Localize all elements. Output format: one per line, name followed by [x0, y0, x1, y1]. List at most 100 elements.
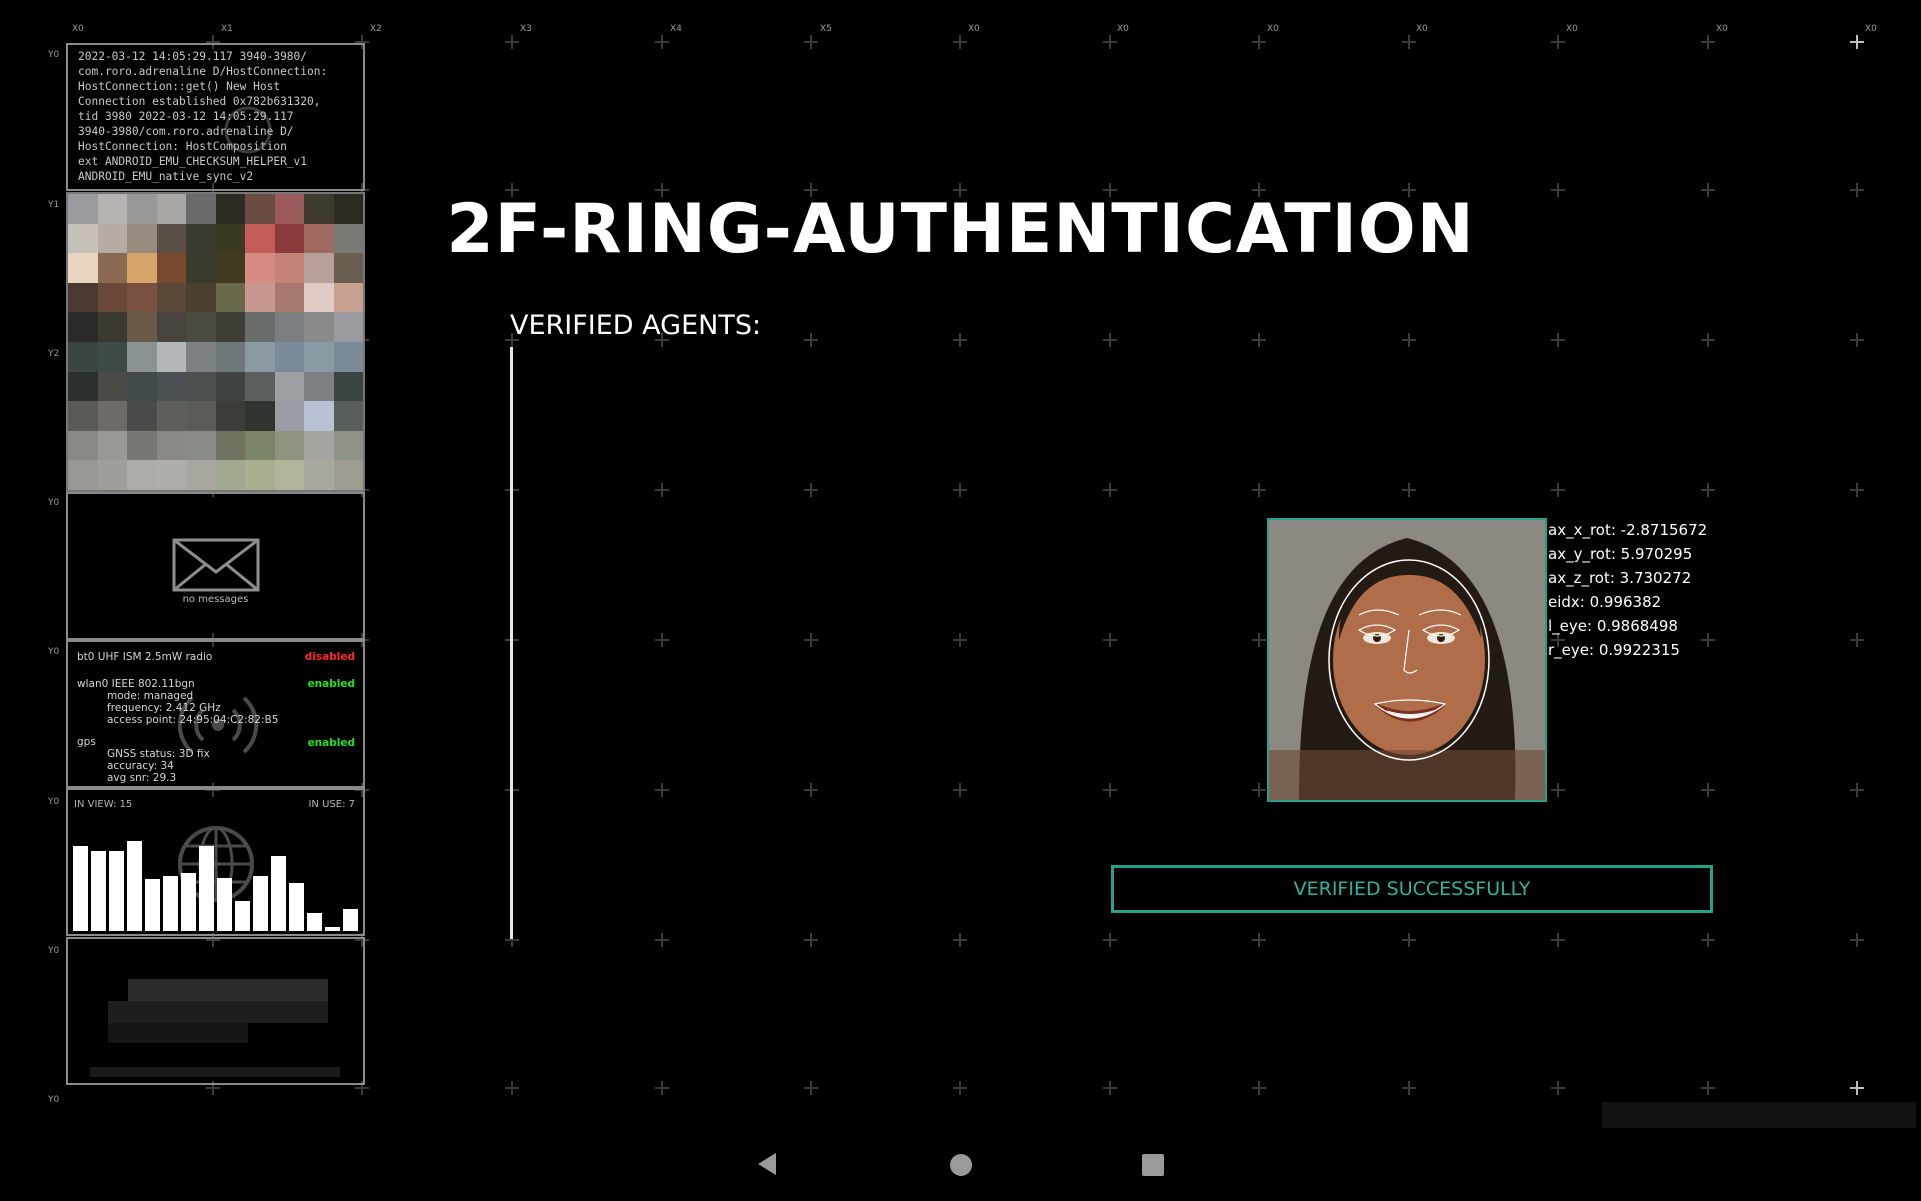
grid-plus-mark	[1402, 483, 1416, 497]
camera-pixel	[215, 371, 246, 402]
camera-pixel	[245, 401, 275, 432]
wlan-mode: mode: managed	[107, 690, 194, 702]
grid-column-label: X1	[221, 24, 233, 34]
camera-pixel	[304, 430, 334, 461]
gnss-snr: avg snr: 29.3	[107, 772, 177, 784]
grid-plus-mark	[804, 1081, 818, 1095]
grid-plus-mark	[1701, 633, 1715, 647]
camera-pixel	[245, 371, 275, 402]
grid-plus-mark	[804, 333, 818, 347]
camera-pixel	[186, 342, 216, 372]
satellite-signal-bar	[307, 913, 322, 931]
grid-plus-mark	[1252, 483, 1266, 497]
in-view-label: IN VIEW: 15	[74, 799, 133, 810]
grid-column-label: X0	[1117, 24, 1129, 34]
grid-row-label: Y2	[48, 349, 60, 359]
grid-plus-mark	[1701, 483, 1715, 497]
camera-pixel	[127, 342, 157, 372]
grid-plus-mark	[804, 35, 818, 49]
grid-plus-mark	[1252, 933, 1266, 947]
grid-plus-mark	[1850, 333, 1864, 347]
face-metric: ax_x_rot: -2.8715672	[1548, 521, 1708, 539]
grid-plus-mark	[1252, 35, 1266, 49]
gps-label: gps	[77, 736, 96, 748]
grid-plus-mark	[1402, 933, 1416, 947]
grid-plus-mark	[1252, 333, 1266, 347]
camera-pixel	[156, 282, 187, 313]
gnss-accuracy: accuracy: 34	[107, 760, 174, 772]
home-circle-icon[interactable]	[949, 1153, 973, 1177]
camera-pixel	[333, 342, 363, 372]
camera-pixel	[274, 312, 305, 343]
face-metric: eidx: 0.996382	[1548, 593, 1662, 611]
camera-pixel	[245, 282, 275, 313]
camera-pixel	[186, 312, 216, 343]
camera-pixel	[127, 460, 157, 490]
grid-plus-mark	[505, 35, 519, 49]
satellite-signal-bar	[181, 873, 196, 931]
satellite-signal-bar	[199, 846, 214, 931]
grid-column-label: X2	[370, 24, 382, 34]
grid-column-label: X0	[968, 24, 980, 34]
camera-pixel	[186, 371, 216, 402]
grid-plus-mark	[1850, 483, 1864, 497]
camera-pixel	[333, 282, 363, 313]
camera-pixel	[304, 371, 334, 402]
satellite-signal-bar	[289, 883, 304, 931]
camera-pixel	[156, 371, 187, 402]
grid-column-label: X4	[670, 24, 682, 34]
gps-status: enabled	[307, 737, 355, 749]
grid-plus-mark	[655, 483, 669, 497]
camera-pixel	[274, 282, 305, 313]
grid-column-label: X3	[520, 24, 532, 34]
grid-plus-mark	[655, 933, 669, 947]
camera-pixel	[156, 401, 187, 432]
redacted-panel	[66, 937, 365, 1085]
grid-plus-mark	[804, 633, 818, 647]
grid-plus-mark	[1850, 933, 1864, 947]
camera-pixel	[304, 312, 334, 343]
camera-pixel	[304, 401, 334, 432]
redacted-bar	[90, 1067, 340, 1077]
satellite-signal-bar	[271, 856, 286, 931]
faint-circle-icon	[224, 106, 272, 154]
grid-plus-mark	[505, 1081, 519, 1095]
grid-plus-mark	[1103, 633, 1117, 647]
camera-pixel	[97, 460, 128, 490]
satellite-signal-bars	[73, 831, 358, 931]
satellite-signal-bar	[325, 927, 340, 931]
face-capture	[1267, 518, 1547, 802]
log-text: 2022-03-12 14:05:29.117 3940-3980/ com.r…	[78, 50, 328, 183]
camera-pixel	[156, 342, 187, 372]
grid-plus-mark	[1551, 333, 1565, 347]
camera-pixel	[68, 460, 98, 490]
wlan-status: enabled	[307, 678, 355, 690]
satellite-signal-bar	[127, 841, 142, 931]
camera-pixel	[68, 312, 98, 343]
in-use-label: IN USE: 7	[308, 799, 355, 810]
recents-square-icon[interactable]	[1141, 1153, 1165, 1177]
back-triangle-icon[interactable]	[756, 1151, 778, 1177]
grid-plus-mark	[1551, 35, 1565, 49]
grid-plus-mark	[1103, 35, 1117, 49]
grid-plus-mark	[1103, 333, 1117, 347]
grid-plus-mark	[953, 333, 967, 347]
camera-pixel	[274, 371, 305, 402]
camera-pixel	[304, 460, 334, 490]
satellite-signal-bar	[217, 878, 232, 931]
grid-plus-mark	[1850, 633, 1864, 647]
grid-plus-mark	[1551, 483, 1565, 497]
grid-plus-mark	[953, 483, 967, 497]
grid-plus-mark	[1103, 783, 1117, 797]
grid-plus-mark	[1850, 783, 1864, 797]
grid-plus-mark	[953, 633, 967, 647]
face-metric: ax_z_rot: 3.730272	[1548, 569, 1692, 587]
grid-row-label: Y0	[48, 1095, 60, 1105]
bt-label: bt0 UHF ISM 2.5mW radio	[77, 651, 213, 663]
camera-pixel	[127, 282, 157, 313]
camera-pixel	[97, 342, 128, 372]
grid-plus-mark	[1701, 783, 1715, 797]
camera-pixel	[97, 312, 128, 343]
messages-panel: no messages	[66, 492, 365, 640]
grid-plus-mark	[804, 783, 818, 797]
